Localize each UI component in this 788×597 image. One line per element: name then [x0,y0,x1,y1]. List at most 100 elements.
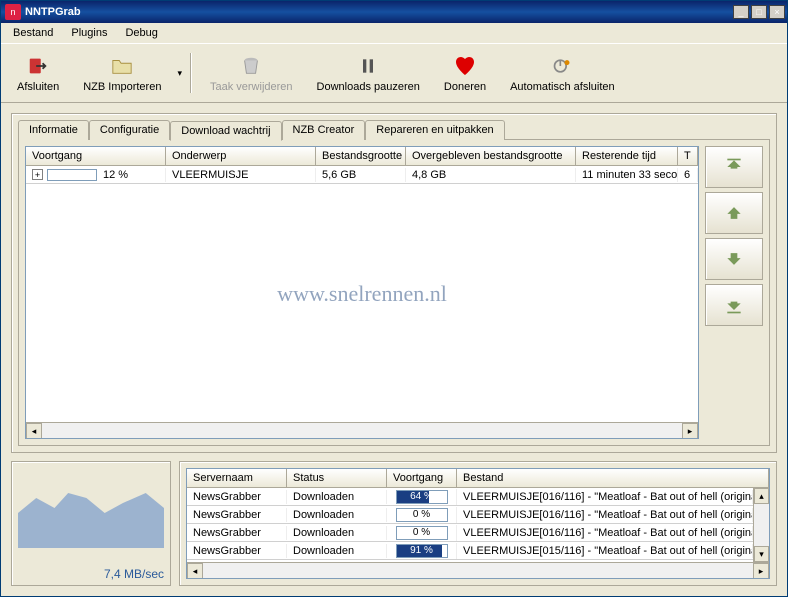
cell-progress: 91 % [387,543,457,559]
cell-server: NewsGrabber [187,526,287,540]
move-down-button[interactable] [705,238,763,280]
queue-body: + 12 % VLEERMUISJE 5,6 GB 4,8 GB 11 minu… [26,166,698,422]
downloads-body: NewsGrabberDownloaden64 %VLEERMUISJE[016… [187,488,753,562]
cell-server: NewsGrabber [187,490,287,504]
toolbar-downloads-pauzeren[interactable]: Downloads pauzeren [307,50,430,97]
toolbar-afsluiten[interactable]: Afsluiten [7,50,69,97]
queue-panel: Informatie Configuratie Download wachtri… [11,113,777,453]
queue-header: Voortgang Onderwerp Bestandsgrootte Over… [26,147,698,166]
col-bestandsgrootte[interactable]: Bestandsgrootte [316,147,406,165]
close-button[interactable]: × [769,5,785,19]
toolbar-nzb-importeren[interactable]: NZB Importeren [73,50,171,97]
download-row[interactable]: NewsGrabberDownloaden 64 % VLEERMUISJE[016… [187,488,753,506]
downloads-header: Servernaam Status Voortgang Bestand [187,469,769,488]
download-row[interactable]: NewsGrabberDownloaden0 %VLEERMUISJE[016/… [187,524,753,542]
cell-status: Downloaden [287,526,387,540]
downloads-grid: Servernaam Status Voortgang Bestand News… [186,468,770,579]
folder-icon [110,54,134,78]
scroll-track[interactable] [203,563,753,579]
cell-progress: 0 % [387,525,457,541]
cell-size: 5,6 GB [316,168,406,182]
downloads-vscroll[interactable]: ▴ ▾ [753,488,769,562]
speed-chart [18,468,164,548]
downloads-panel: Servernaam Status Voortgang Bestand News… [179,461,777,586]
queue-row[interactable]: + 12 % VLEERMUISJE 5,6 GB 4,8 GB 11 minu… [26,166,698,184]
delete-icon [239,54,263,78]
progress-bar: 64 % [396,490,448,504]
dcol-status[interactable]: Status [287,469,387,487]
move-top-button[interactable] [705,146,763,188]
window-title: NNTPGrab [25,6,733,18]
cell-remaining-size: 4,8 GB [406,168,576,182]
cell-file: VLEERMUISJE[016/116] - "Meatloaf - Bat o… [457,490,753,504]
menu-debug[interactable]: Debug [117,25,165,41]
content: Informatie Configuratie Download wachtri… [1,103,787,596]
progress-bar: 91 % [396,544,448,558]
toolbar-automatisch-afsluiten[interactable]: Automatisch afsluiten [500,50,625,97]
scroll-right-icon[interactable]: ▸ [682,423,698,439]
progress-text: 12 % [103,169,128,181]
queue-hscroll[interactable]: ◂ ▸ [26,422,698,438]
tab-repareren[interactable]: Repareren en uitpakken [365,120,504,140]
cell-server: NewsGrabber [187,508,287,522]
cell-t: 6 [678,168,698,182]
exit-icon [26,54,50,78]
tabs: Informatie Configuratie Download wachtri… [18,120,770,140]
col-onderwerp[interactable]: Onderwerp [166,147,316,165]
toolbar-taak-verwijderen: Taak verwijderen [200,50,303,97]
progress-bar: 0 % [396,508,448,522]
toolbar-separator [190,53,192,93]
scroll-vtrack[interactable] [754,504,769,546]
power-icon [550,54,574,78]
col-t[interactable]: T [678,147,698,165]
col-overgebleven[interactable]: Overgebleven bestandsgrootte [406,147,576,165]
heart-icon [453,54,477,78]
tab-informatie[interactable]: Informatie [18,120,89,140]
scroll-up-icon[interactable]: ▴ [754,488,769,504]
dcol-voortgang[interactable]: Voortgang [387,469,457,487]
dcol-server[interactable]: Servernaam [187,469,287,487]
tab-download-wachtrij[interactable]: Download wachtrij [170,121,281,141]
bottom-row: 7,4 MB/sec Servernaam Status Voortgang B… [11,461,777,586]
cell-status: Downloaden [287,544,387,558]
dcol-bestand[interactable]: Bestand [457,469,769,487]
cell-status: Downloaden [287,508,387,522]
minimize-button[interactable]: _ [733,5,749,19]
download-row[interactable]: NewsGrabberDownloaden0 %VLEERMUISJE[016/… [187,506,753,524]
tab-body: Voortgang Onderwerp Bestandsgrootte Over… [18,139,770,446]
tab-nzb-creator[interactable]: NZB Creator [282,120,366,140]
watermark: www.snelrennen.nl [277,281,447,307]
reorder-buttons [705,146,763,439]
tab-configuratie[interactable]: Configuratie [89,120,170,140]
scroll-down-icon[interactable]: ▾ [754,546,769,562]
cell-progress: 0 % [387,507,457,523]
speed-label: 7,4 MB/sec [104,567,164,581]
scroll-left-icon[interactable]: ◂ [187,563,203,579]
cell-server: NewsGrabber [187,544,287,558]
menu-bestand[interactable]: Bestand [5,25,61,41]
toolbar: Afsluiten NZB Importeren ▾ Taak verwijde… [1,43,787,103]
cell-subject: VLEERMUISJE [166,168,316,182]
expander-icon[interactable]: + [32,169,43,180]
maximize-button[interactable]: □ [751,5,767,19]
downloads-hscroll[interactable]: ◂ ▸ [187,562,769,578]
col-resterende-tijd[interactable]: Resterende tijd [576,147,678,165]
scroll-left-icon[interactable]: ◂ [26,423,42,439]
menu-plugins[interactable]: Plugins [63,25,115,41]
cell-status: Downloaden [287,490,387,504]
cell-remaining-time: 11 minuten 33 seconden [576,168,678,182]
move-bottom-button[interactable] [705,284,763,326]
toolbar-doneren[interactable]: Doneren [434,50,496,97]
toolbar-nzb-dropdown[interactable]: ▾ [177,68,182,79]
col-voortgang[interactable]: Voortgang [26,147,166,165]
scroll-right-icon[interactable]: ▸ [753,563,769,579]
cell-file: VLEERMUISJE[016/116] - "Meatloaf - Bat o… [457,526,753,540]
pause-icon [356,54,380,78]
progress-bar [47,169,97,181]
app-icon: n [5,4,21,20]
move-up-button[interactable] [705,192,763,234]
menubar: Bestand Plugins Debug [1,23,787,43]
download-row[interactable]: NewsGrabberDownloaden91 %VLEERMUISJE[015… [187,542,753,560]
queue-grid: Voortgang Onderwerp Bestandsgrootte Over… [25,146,699,439]
scroll-track[interactable] [42,423,682,439]
